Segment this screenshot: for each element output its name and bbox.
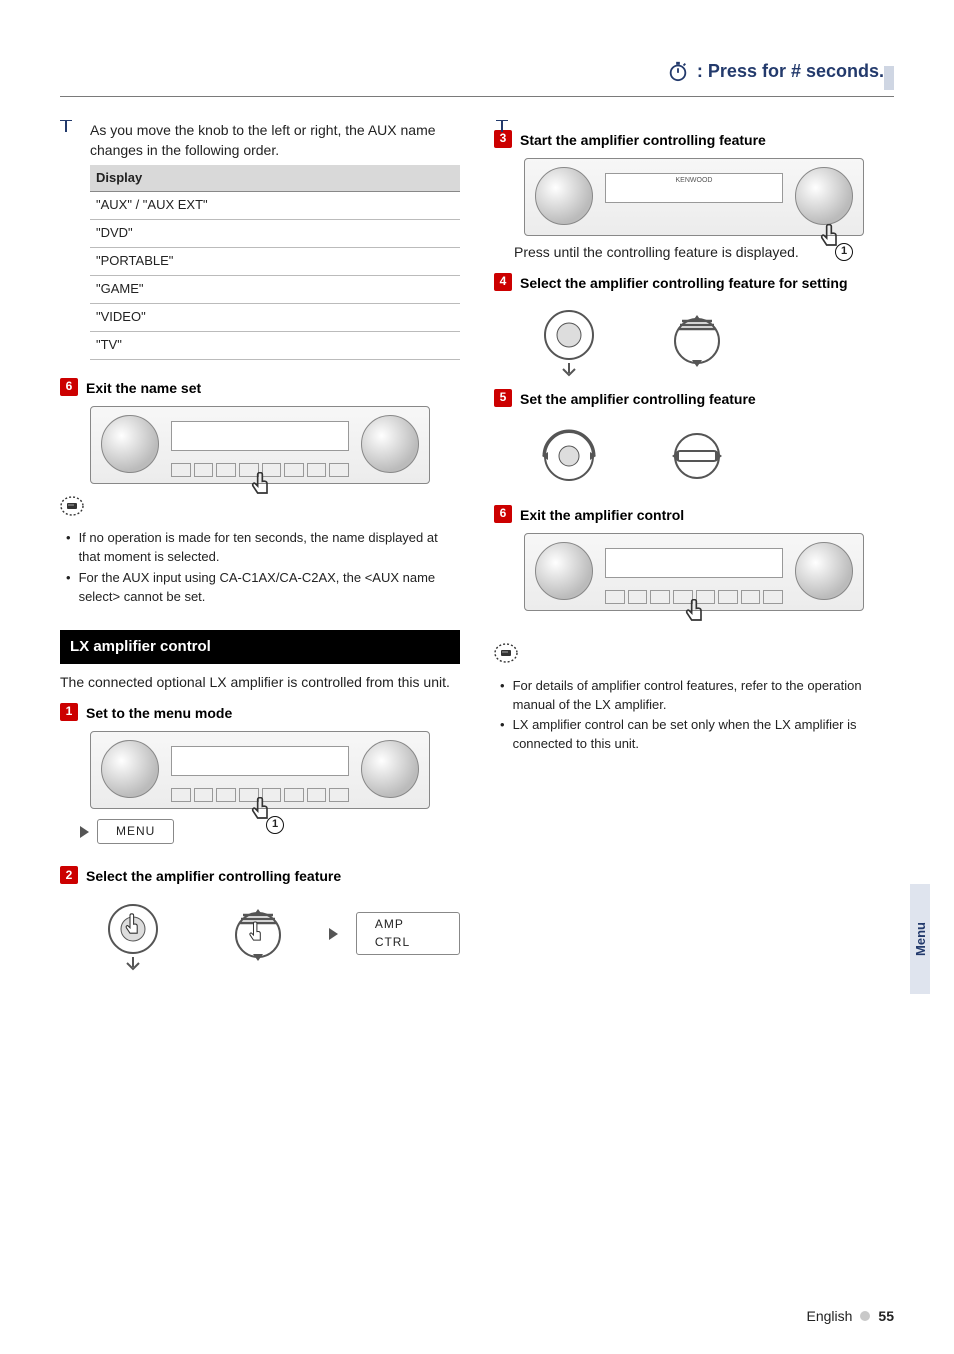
- left-knob-icon: [101, 415, 159, 473]
- note-item: LX amplifier control can be set only whe…: [513, 716, 894, 754]
- footer-page-number: 55: [878, 1308, 894, 1324]
- press-finger-hold-icon: [815, 224, 843, 257]
- step-number-6: 6: [60, 378, 78, 396]
- step-number-3: 3: [494, 130, 512, 148]
- right-knob-icon: [795, 542, 853, 600]
- footer-language: English: [807, 1308, 853, 1324]
- device-figure: KENWOOD: [494, 158, 894, 236]
- side-tab-label: Menu: [913, 922, 928, 956]
- step-number-6: 6: [494, 505, 512, 523]
- step-title-set-menu-mode: Set to the menu mode: [86, 703, 232, 723]
- step-title-exit-amp-control: Exit the amplifier control: [520, 505, 684, 525]
- stopwatch-icon: [667, 60, 689, 82]
- header-text: : Press for # seconds.: [697, 61, 884, 82]
- knob-push-icon: [80, 895, 186, 973]
- table-header-display: Display: [90, 165, 460, 192]
- knob-controls-figure: AMP CTRL: [80, 895, 460, 973]
- right-knob-icon: [361, 740, 419, 798]
- header-rule: [60, 96, 894, 97]
- step-title-exit-name-set: Exit the name set: [86, 378, 201, 398]
- left-knob-icon: [535, 167, 593, 225]
- step-number-2: 2: [60, 866, 78, 884]
- lcd-panel-icon: [171, 746, 349, 776]
- table-row: "DVD": [90, 220, 460, 248]
- step-title-select-amp-feature: Select the amplifier controlling feature: [86, 866, 341, 886]
- aux-intro-text: As you move the knob to the left or righ…: [90, 120, 460, 161]
- press-finger-hold-icon: [246, 797, 274, 830]
- note-icon: [494, 641, 518, 665]
- table-row: "AUX" / "AUX EXT": [90, 192, 460, 220]
- note-item: If no operation is made for ten seconds,…: [79, 529, 460, 567]
- lcd-panel-icon: [605, 548, 783, 578]
- panel-brand-label: KENWOOD: [676, 177, 713, 184]
- display-result-amp-ctrl: AMP CTRL: [356, 912, 460, 955]
- page-footer: English 55: [807, 1308, 895, 1324]
- step-number-4: 4: [494, 273, 512, 291]
- note-icon: [60, 494, 84, 518]
- note-item: For the AUX input using CA-C1AX/CA-C2AX,…: [79, 569, 460, 607]
- knob-rotate-icon: [514, 417, 624, 495]
- side-tab-menu: Menu: [910, 884, 930, 994]
- right-knob-icon: [361, 415, 419, 473]
- aux-display-table: Display "AUX" / "AUX EXT" "DVD" "PORTABL…: [90, 165, 460, 360]
- lcd-panel-icon: KENWOOD: [605, 173, 783, 203]
- device-figure: [60, 406, 460, 484]
- step-title-start-amp-feature: Start the amplifier controlling feature: [520, 130, 766, 150]
- lcd-panel-icon: [171, 421, 349, 451]
- knob-slide-icon: [642, 417, 752, 495]
- device-figure: [60, 731, 460, 809]
- result-arrow-icon: [329, 928, 338, 940]
- knob-tilt-icon: [642, 301, 752, 379]
- procedure-start-marker-icon: [496, 120, 508, 132]
- note-list: If no operation is made for ten seconds,…: [66, 529, 460, 606]
- device-figure: [494, 533, 894, 611]
- table-row: "TV": [90, 331, 460, 359]
- knob-controls-figure: [514, 301, 894, 379]
- result-arrow-icon: [80, 826, 89, 838]
- table-row: "GAME": [90, 275, 460, 303]
- lx-intro-text: The connected optional LX amplifier is c…: [60, 672, 460, 692]
- step-number-1: 1: [60, 703, 78, 721]
- footer-dot-icon: [860, 1311, 870, 1321]
- display-result-menu: MENU: [97, 819, 174, 844]
- left-knob-icon: [535, 542, 593, 600]
- section-heading-lx-amplifier-control: LX amplifier control: [60, 630, 460, 664]
- table-row: "PORTABLE": [90, 248, 460, 276]
- step-title-set-amp-feature: Set the amplifier controlling feature: [520, 389, 756, 409]
- header-edge-tab: [884, 66, 894, 90]
- header-press-legend: : Press for # seconds.: [667, 60, 884, 82]
- step-number-5: 5: [494, 389, 512, 407]
- press-finger-icon: [246, 472, 274, 505]
- left-column: As you move the knob to the left or righ…: [60, 120, 460, 979]
- knob-controls-figure: [514, 417, 894, 495]
- note-item: For details of amplifier control feature…: [513, 677, 894, 715]
- knob-push-icon: [514, 301, 624, 379]
- table-row: "VIDEO": [90, 303, 460, 331]
- note-list: For details of amplifier control feature…: [500, 677, 894, 754]
- page-header: : Press for # seconds.: [0, 60, 954, 82]
- step-title-select-amp-feature-setting: Select the amplifier controlling feature…: [520, 273, 848, 293]
- knob-tilt-icon: [204, 895, 310, 973]
- right-column: 3 Start the amplifier controlling featur…: [494, 120, 894, 979]
- procedure-start-marker-icon: [60, 120, 72, 132]
- right-knob-icon: [795, 167, 853, 225]
- press-finger-icon: [680, 599, 708, 632]
- left-knob-icon: [101, 740, 159, 798]
